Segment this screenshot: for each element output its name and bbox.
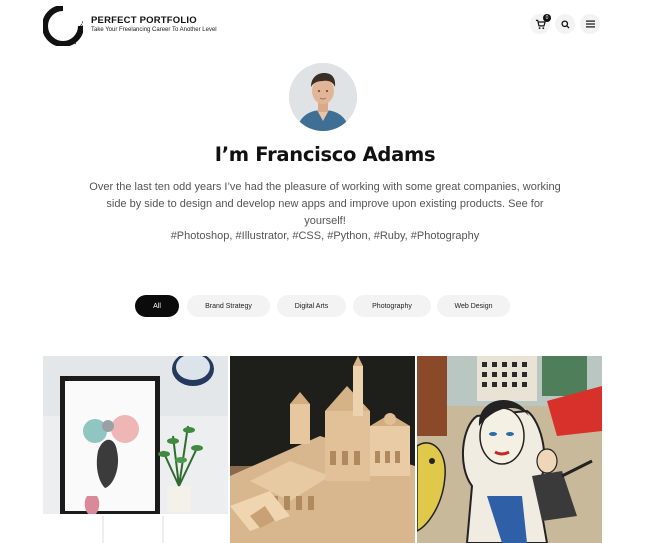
menu-icon: [585, 20, 595, 28]
hero-heading-text: I’m Francisco Adams: [214, 143, 436, 166]
hero-skill-tags: #Photoshop, #Illustrator, #CSS, #Python,…: [170, 230, 480, 242]
brand-tagline: Take Your Freelancing Career To Another …: [91, 27, 217, 33]
hero-bio: Over the last ten odd years I’ve had the…: [89, 181, 561, 227]
gallery-item-architecture-model[interactable]: [230, 356, 415, 543]
hero-heading-wrap: I’m Francisco Adams: [0, 143, 650, 166]
filter-digital-arts[interactable]: Digital Arts: [277, 295, 346, 317]
filter-photography[interactable]: Photography: [353, 295, 431, 317]
svg-text:PERFECT: PERFECT: [71, 15, 83, 45]
filter-all[interactable]: All: [135, 295, 179, 317]
profile-avatar: [289, 63, 357, 131]
brand-title[interactable]: PERFECT PORTFOLIO: [91, 15, 197, 26]
cart-count-badge: 0: [543, 14, 551, 22]
menu-button[interactable]: [580, 14, 600, 34]
gallery-item-art-print[interactable]: [43, 356, 228, 543]
search-button[interactable]: [555, 14, 575, 34]
site-header: PERFECT PERFECT PORTFOLIO Take Your Free…: [0, 0, 650, 52]
filter-web-design[interactable]: Web Design: [437, 295, 510, 317]
hero-heading: I’m Francisco Adams: [212, 143, 438, 166]
search-icon: [560, 19, 570, 29]
brand-logo[interactable]: PERFECT: [42, 5, 91, 47]
gallery-item-cartoon-painting[interactable]: [417, 356, 602, 543]
filter-brand-strategy[interactable]: Brand Strategy: [187, 295, 270, 317]
